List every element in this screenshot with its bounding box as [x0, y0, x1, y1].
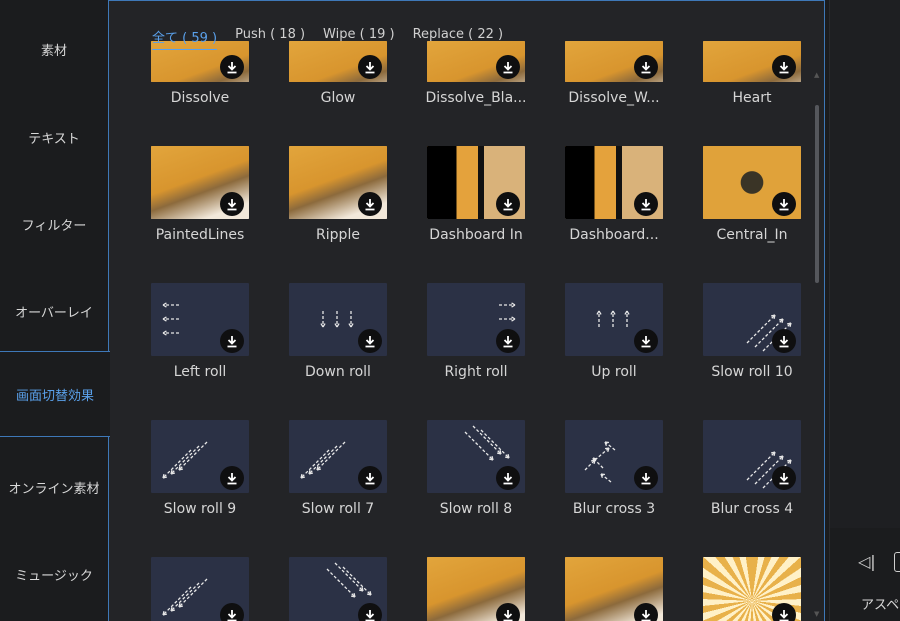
transition-thumbnail[interactable] — [703, 557, 801, 621]
transition-label: Right roll — [444, 364, 508, 380]
download-icon[interactable] — [496, 55, 520, 79]
transition-label: Dissolve_Bla... — [425, 90, 527, 106]
sidebar-item-filter[interactable]: フィルター — [0, 181, 108, 267]
sidebar: 素材 テキスト フィルター オーバーレイ 画面切替効果 オンライン素材 ミュージ… — [0, 0, 110, 621]
download-icon[interactable] — [358, 55, 382, 79]
scrollbar[interactable]: ▲ ▼ — [814, 71, 821, 618]
transition-label: Blur cross 3 — [572, 501, 656, 517]
download-icon[interactable] — [220, 466, 244, 490]
scroll-down-icon[interactable]: ▼ — [814, 610, 819, 618]
transition-thumbnail[interactable] — [703, 420, 801, 493]
transition-thumbnail[interactable] — [427, 283, 525, 356]
transition-thumbnail[interactable] — [565, 41, 663, 82]
transition-label: Slow roll 10 — [711, 364, 793, 380]
transition-thumbnail[interactable] — [151, 557, 249, 621]
scroll-thumb[interactable] — [815, 105, 819, 283]
transition-label: Blur cross 4 — [710, 501, 794, 517]
sidebar-item-transitions[interactable]: 画面切替効果 — [0, 351, 110, 437]
download-icon[interactable] — [772, 603, 796, 621]
transition-label: Dissolve_W... — [568, 90, 660, 106]
tab-push[interactable]: Push ( 18 ) — [235, 27, 305, 50]
transition-thumbnail[interactable] — [565, 283, 663, 356]
transition-thumbnail[interactable] — [289, 557, 387, 621]
transitions-panel: Dissolve Glow Dissolve_Bla... Dissolve_W...… — [109, 0, 825, 621]
transition-thumbnail[interactable] — [703, 283, 801, 356]
transition-label: Up roll — [591, 364, 637, 380]
sidebar-item-overlay[interactable]: オーバーレイ — [0, 268, 108, 354]
download-icon[interactable] — [496, 329, 520, 353]
download-icon[interactable] — [496, 603, 520, 621]
sidebar-item-online-media[interactable]: オンライン素材 — [0, 444, 108, 530]
scroll-up-icon[interactable]: ▲ — [814, 71, 819, 79]
download-icon[interactable] — [634, 55, 658, 79]
category-tabs: 全て ( 59 ) Push ( 18 ) Wipe ( 19 ) Replac… — [152, 27, 521, 50]
download-icon[interactable] — [634, 329, 658, 353]
transition-thumbnail[interactable] — [151, 420, 249, 493]
transition-thumbnail[interactable] — [565, 146, 663, 219]
transition-thumbnail[interactable] — [151, 283, 249, 356]
preview-panel: ◁| アスペ — [829, 0, 900, 621]
transition-thumbnail[interactable] — [289, 146, 387, 219]
download-icon[interactable] — [634, 192, 658, 216]
transition-label: Slow roll 7 — [301, 501, 375, 517]
transition-thumbnail[interactable] — [427, 557, 525, 621]
transition-label: Heart — [732, 90, 772, 106]
download-icon[interactable] — [220, 55, 244, 79]
transition-thumbnail[interactable] — [427, 146, 525, 219]
transition-thumbnail[interactable] — [289, 283, 387, 356]
aspect-icon[interactable] — [894, 552, 900, 572]
transition-label: Dissolve — [170, 90, 230, 106]
download-icon[interactable] — [358, 603, 382, 621]
download-icon[interactable] — [634, 603, 658, 621]
transition-grid: Dissolve Glow Dissolve_Bla... Dissolve_W...… — [151, 1, 811, 621]
download-icon[interactable] — [220, 603, 244, 621]
tab-replace[interactable]: Replace ( 22 ) — [413, 27, 504, 50]
transition-thumbnail[interactable] — [565, 557, 663, 621]
tab-wipe[interactable]: Wipe ( 19 ) — [323, 27, 395, 50]
transition-label: Dashboard In — [429, 227, 523, 243]
transition-label: PaintedLines — [155, 227, 245, 243]
download-icon[interactable] — [772, 55, 796, 79]
transition-thumbnail[interactable] — [703, 41, 801, 82]
download-icon[interactable] — [772, 329, 796, 353]
transition-thumbnail[interactable] — [565, 420, 663, 493]
previous-frame-icon[interactable]: ◁| — [858, 552, 876, 571]
transition-label: Left roll — [173, 364, 227, 380]
download-icon[interactable] — [496, 466, 520, 490]
transition-thumbnail[interactable] — [427, 420, 525, 493]
sidebar-item-media[interactable]: 素材 — [0, 6, 108, 92]
download-icon[interactable] — [358, 466, 382, 490]
transition-thumbnail[interactable] — [151, 146, 249, 219]
transition-label: Dashboard... — [569, 227, 659, 243]
transition-label: Central_In — [716, 227, 788, 243]
transition-thumbnail[interactable] — [289, 420, 387, 493]
download-icon[interactable] — [634, 466, 658, 490]
transition-label: Down roll — [305, 364, 371, 380]
transition-label: Slow roll 8 — [439, 501, 513, 517]
download-icon[interactable] — [772, 192, 796, 216]
aspect-label: アスペ — [861, 598, 900, 613]
download-icon[interactable] — [772, 466, 796, 490]
transition-thumbnail[interactable] — [703, 146, 801, 219]
preview-area — [830, 0, 900, 528]
download-icon[interactable] — [220, 329, 244, 353]
download-icon[interactable] — [358, 192, 382, 216]
download-icon[interactable] — [496, 192, 520, 216]
sidebar-item-music[interactable]: ミュージック — [0, 531, 108, 617]
transition-label: Ripple — [316, 227, 360, 243]
transition-label: Slow roll 9 — [163, 501, 237, 517]
download-icon[interactable] — [220, 192, 244, 216]
tab-all[interactable]: 全て ( 59 ) — [152, 27, 218, 50]
sidebar-item-text[interactable]: テキスト — [0, 94, 108, 180]
transition-label: Glow — [320, 90, 356, 106]
download-icon[interactable] — [358, 329, 382, 353]
